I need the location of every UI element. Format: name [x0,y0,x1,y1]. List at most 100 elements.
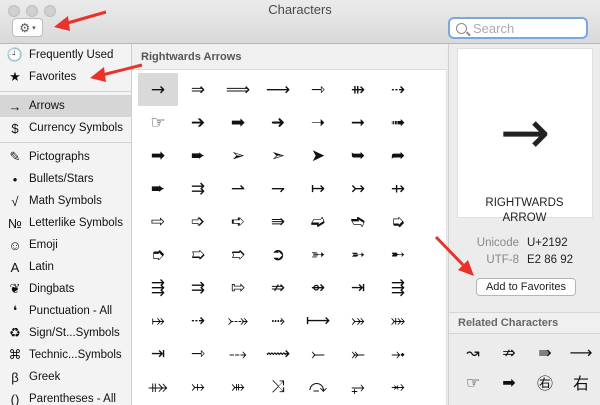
character-cell[interactable]: ➝ [298,106,338,139]
character-cell[interactable]: ⇾ [178,337,218,370]
character-cell[interactable]: ➟ [378,106,418,139]
character-cell[interactable]: ⤅ [138,304,178,337]
sidebar-item[interactable]: ★ Favorites [0,66,131,88]
character-cell[interactable]: ⇴ [298,271,338,304]
character-cell[interactable]: ↣ [338,172,378,205]
related-character-cell[interactable]: ㊨ [527,367,563,397]
character-cell[interactable]: ➣ [258,139,298,172]
character-cell[interactable]: ⇥ [338,271,378,304]
character-cell[interactable]: ➯ [178,238,218,271]
character-cell[interactable]: ⤖ [338,304,378,337]
character-cell[interactable]: ⇢ [178,304,218,337]
character-cell[interactable]: ➳ [298,238,338,271]
character-cell[interactable]: ⟿ [258,337,298,370]
character-cell[interactable]: ⤚ [298,337,338,370]
character-cell[interactable]: ➭ [378,205,418,238]
character-cell[interactable]: ⤨ [258,370,298,403]
character-cell[interactable]: → [138,73,178,106]
character-cell[interactable]: ⇶ [378,271,418,304]
character-cell[interactable]: ➱ [218,238,258,271]
add-to-favorites-button[interactable]: Add to Favorites [476,278,576,296]
character-name: RIGHTWARDS ARROW [449,196,600,226]
character-cell[interactable]: ⇨ [138,205,178,238]
character-cell[interactable]: ➮ [138,238,178,271]
character-cell[interactable]: ⇸ [378,172,418,205]
character-cell[interactable]: ➦ [378,139,418,172]
character-cell[interactable]: ➫ [298,205,338,238]
character-cell[interactable]: ⥇ [378,370,418,403]
character-cell[interactable]: ⤁ [138,370,178,403]
character-cell[interactable]: ⤗ [378,304,418,337]
character-cell[interactable]: ⇶ [138,271,178,304]
character-cell[interactable]: ⇥ [138,337,178,370]
character-cell[interactable]: ⇻ [338,73,378,106]
sidebar-item[interactable]: () Parentheses - All [0,388,131,405]
sidebar-item[interactable]: • Bullets/Stars [0,168,131,190]
character-cell[interactable]: ⤜ [338,337,378,370]
character-cell[interactable]: ➪ [218,205,258,238]
character-cell[interactable]: ➨ [138,172,178,205]
character-cell[interactable]: ➨ [178,139,218,172]
sidebar-item[interactable]: → Arrows [0,95,131,117]
related-character-cell[interactable]: ↝ [455,337,491,367]
related-character-cell[interactable]: ⇏ [491,337,527,367]
character-cell[interactable]: ⇒ [178,73,218,106]
character-cell[interactable]: ⤏ [218,337,258,370]
character-cell[interactable]: ➞ [338,106,378,139]
character-cell[interactable]: ⤑ [258,304,298,337]
sidebar-item[interactable]: β Greek [0,366,131,388]
character-cell[interactable]: ⇉ [178,271,218,304]
sidebar-item[interactable]: $ Currency Symbols [0,117,131,139]
character-cell[interactable]: ⤕ [218,370,258,403]
character-cell[interactable]: ➸ [378,238,418,271]
sidebar-item-label: Parentheses - All [29,393,116,405]
search-input[interactable]: Search [448,17,588,39]
related-character-cell[interactable]: ☞ [455,367,491,397]
sidebar-item[interactable]: 🕘 Frequently Used [0,44,131,66]
character-cell[interactable]: ➩ [178,205,218,238]
character-cell[interactable]: ➵ [338,238,378,271]
sidebar-item[interactable]: ✎ Pictographs [0,146,131,168]
character-cell[interactable]: ⟼ [298,304,338,337]
character-cell[interactable]: ⇛ [258,205,298,238]
sidebar-item[interactable]: ⌘ Technic...Symbols [0,344,131,366]
sidebar-item[interactable]: √ Math Symbols [0,190,131,212]
related-character-cell[interactable]: ➡ [491,367,527,397]
character-cell[interactable]: ➥ [338,139,378,172]
sidebar-item[interactable]: ❛ Punctuation - All [0,300,131,322]
sidebar-item[interactable]: A Latin [0,256,131,278]
character-cell[interactable]: ⇁ [258,172,298,205]
character-cell[interactable]: ➡ [138,139,178,172]
character-cell[interactable]: ⟶ [258,73,298,106]
sidebar-item[interactable]: № Letterlike Symbols [0,212,131,234]
character-cell[interactable]: ⇉ [178,172,218,205]
character-cell[interactable]: ⇏ [258,271,298,304]
sidebar-item[interactable]: ♻ Sign/St...Symbols [0,322,131,344]
character-cell[interactable]: ⤔ [178,370,218,403]
character-cell[interactable]: ⇾ [298,73,338,106]
character-cell[interactable]: ➔ [178,106,218,139]
character-cell[interactable]: ➤ [298,139,338,172]
character-cell[interactable]: ⥅ [338,370,378,403]
related-character-cell[interactable]: ⟶ [563,337,599,367]
character-cell[interactable]: ➬ [338,205,378,238]
character-cell[interactable]: ↦ [298,172,338,205]
character-cell[interactable]: ➲ [258,238,298,271]
related-character-cell[interactable]: ⇛ [527,337,563,367]
category-icon: $ [11,120,19,136]
related-character-cell[interactable]: 右 [563,367,599,397]
character-cell[interactable]: ⇰ [218,271,258,304]
sidebar-item[interactable]: ❦ Dingbats [0,278,131,300]
character-cell[interactable]: ☞ [138,106,178,139]
character-cell[interactable]: ➡ [218,106,258,139]
character-cell[interactable]: ⤼ [298,370,338,403]
character-cell[interactable]: ⤞ [378,337,418,370]
character-cell[interactable]: ➢ [218,139,258,172]
character-cell[interactable]: ➜ [258,106,298,139]
sidebar-item[interactable]: ☺ Emoji [0,234,131,256]
character-cell[interactable]: ⇢ [378,73,418,106]
character-cell[interactable]: ⟹ [218,73,258,106]
character-cell[interactable]: ⇀ [218,172,258,205]
gear-menu-button[interactable]: ⚙ ▾ [12,18,43,37]
character-cell[interactable]: ⤐ [218,304,258,337]
